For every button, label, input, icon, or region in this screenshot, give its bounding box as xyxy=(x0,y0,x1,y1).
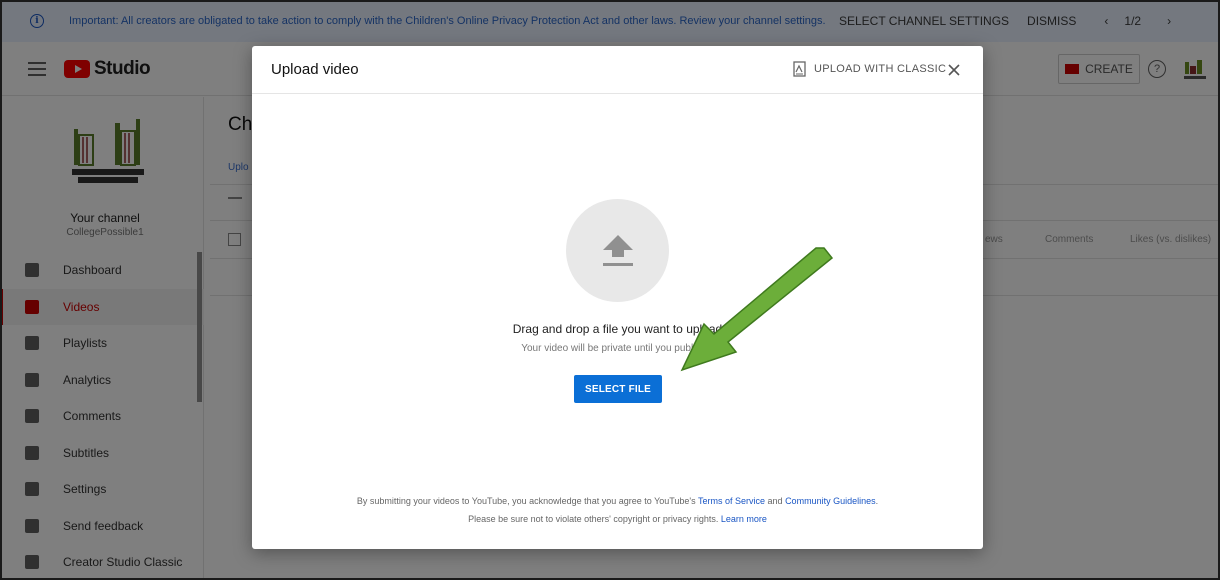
classic-studio-icon xyxy=(793,61,806,77)
terms-of-service-link[interactable]: Terms of Service xyxy=(698,496,765,506)
annotation-arrow-icon xyxy=(680,247,834,372)
copyright-notice: Please be sure not to violate others' co… xyxy=(252,514,983,524)
copyright-text: Please be sure not to violate others' co… xyxy=(468,514,721,524)
upload-with-classic-button[interactable]: UPLOAD WITH CLASSIC xyxy=(793,61,946,77)
terms-prefix: By submitting your videos to YouTube, yo… xyxy=(356,496,698,506)
learn-more-link[interactable]: Learn more xyxy=(721,514,767,524)
terms-notice: By submitting your videos to YouTube, yo… xyxy=(252,496,983,506)
terms-and: and xyxy=(765,496,786,506)
privacy-note: Your video will be private until you pub… xyxy=(521,343,714,354)
drag-drop-instructions: Drag and drop a file you want to upload xyxy=(512,322,723,336)
community-guidelines-link[interactable]: Community Guidelines xyxy=(785,496,876,506)
upload-with-classic-label: UPLOAD WITH CLASSIC xyxy=(814,63,947,75)
dialog-title: Upload video xyxy=(271,61,359,78)
select-file-button[interactable]: SELECT FILE xyxy=(574,375,662,403)
upload-drop-zone[interactable] xyxy=(566,199,669,302)
terms-suffix: . xyxy=(875,496,879,506)
dialog-header: Upload video UPLOAD WITH CLASSIC xyxy=(252,46,983,94)
close-icon[interactable] xyxy=(947,63,961,77)
upload-arrow-icon xyxy=(602,234,633,266)
upload-video-dialog: Upload video UPLOAD WITH CLASSIC Drag an… xyxy=(252,46,983,549)
